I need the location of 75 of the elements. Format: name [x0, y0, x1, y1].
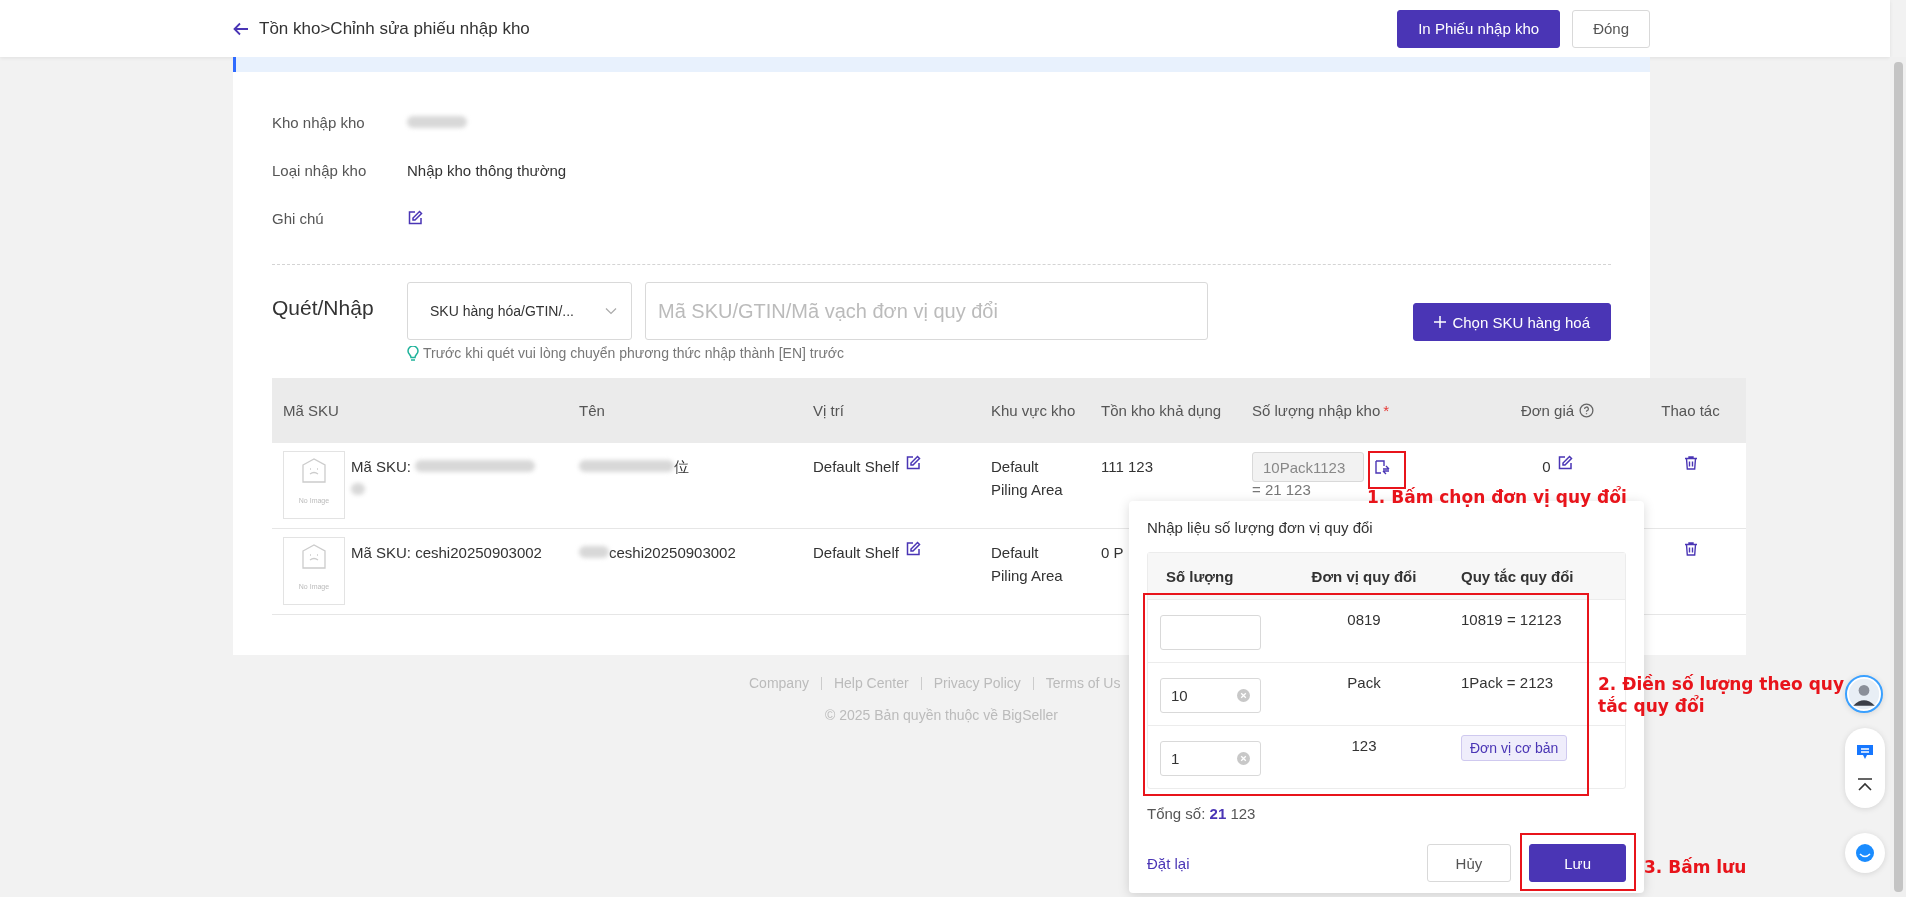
unit-text: 0819: [1347, 611, 1381, 628]
note-edit-icon[interactable]: [407, 210, 423, 226]
location-edit-icon[interactable]: [904, 541, 921, 557]
location-text: Default Shelf: [813, 543, 899, 563]
delete-icon[interactable]: [1682, 455, 1699, 471]
column-header: Thao tác: [1635, 378, 1746, 443]
smiley-icon[interactable]: [1845, 833, 1885, 873]
location-text: Default Shelf: [813, 457, 899, 477]
area-text: Default Piling Area: [991, 543, 1064, 586]
column-header: Mã SKU: [272, 378, 568, 443]
print-button[interactable]: In Phiếu nhập kho: [1397, 9, 1561, 48]
rule-text: 1Pack = 2123: [1461, 674, 1554, 691]
column-header: Khu vực kho: [980, 378, 1090, 443]
highlight-frame: [1368, 451, 1406, 489]
annotation-text: 3. Bấm lưu: [1644, 857, 1747, 877]
product-name: 位: [674, 457, 689, 477]
popup-title: Nhập liệu số lượng đơn vị quy đổi: [1147, 519, 1374, 536]
chevron-down-icon: [605, 307, 617, 315]
area-text: Default Piling Area: [991, 457, 1064, 500]
column-header: Đơn giá: [1480, 378, 1635, 443]
unit-text: 123: [1351, 737, 1377, 754]
redacted-value: [351, 483, 365, 495]
price-edit-icon[interactable]: [1556, 455, 1573, 471]
redacted-value: [407, 116, 467, 128]
sku-input-field[interactable]: Mã SKU/GTIN/Mã vạch đơn vị quy đổi: [645, 282, 1208, 340]
image-placeholder-icon: [300, 457, 328, 485]
quantity-field[interactable]: 10: [1160, 678, 1261, 713]
close-button[interactable]: Đóng: [1572, 9, 1650, 48]
sku-code: Mã SKU:: [351, 458, 411, 475]
scan-label: Quét/Nhập: [272, 295, 375, 320]
product-name: ceshi20250903002: [609, 543, 736, 563]
quantity-field[interactable]: 1: [1160, 741, 1261, 776]
avatar[interactable]: [1845, 675, 1883, 713]
quantity-field[interactable]: [1160, 615, 1261, 650]
unit-convert-icon[interactable]: [1374, 459, 1390, 475]
price-text: 0: [1542, 457, 1551, 477]
required-mark: *: [1383, 402, 1390, 419]
annotation-text: 1. Bấm chọn đơn vị quy đổi: [1367, 487, 1627, 507]
rule-text: 10819 = 12123: [1461, 611, 1562, 628]
bulb-icon: [407, 345, 419, 361]
scan-hint: Trước khi quét vui lòng chuyển phương thức nhập thành [EN] trước: [423, 345, 844, 361]
unit-text: Pack: [1347, 674, 1381, 691]
save-button[interactable]: Lưu: [1529, 844, 1626, 882]
column-header: Tồn kho khả dụng: [1090, 378, 1241, 443]
location-edit-icon[interactable]: [904, 455, 921, 471]
field-label: Ghi chú: [272, 209, 325, 227]
base-unit-tag: Đơn vị cơ bản: [1461, 735, 1568, 761]
field-label: Kho nhập kho: [272, 113, 366, 131]
column-header: Đơn vị quy đổi: [1293, 553, 1435, 599]
add-sku-button[interactable]: Chọn SKU hàng hoá: [1413, 303, 1611, 341]
sku-code: Mã SKU: ceshi20250903002: [351, 544, 542, 561]
scrollbar[interactable]: [1894, 62, 1903, 892]
annotation-text: 2. Điền số lượng theo quy tắc quy đổi: [1598, 673, 1846, 717]
plus-icon: [1434, 316, 1447, 328]
column-header: Tên: [568, 378, 802, 443]
field-label: Loại nhập kho: [272, 161, 368, 179]
cancel-button[interactable]: Hủy: [1426, 844, 1512, 882]
help-icon[interactable]: [1579, 403, 1595, 418]
column-header: Số lượng nhập kho *: [1241, 378, 1480, 443]
reset-link[interactable]: Đặt lại: [1147, 854, 1190, 872]
column-header: Quy tắc quy đổi: [1435, 553, 1625, 599]
quantity-total: = 21 123: [1252, 482, 1311, 498]
delete-icon[interactable]: [1682, 541, 1699, 557]
back-icon[interactable]: [233, 21, 249, 36]
chat-icon[interactable]: [1856, 744, 1874, 760]
stock-text: 0 P: [1101, 543, 1124, 563]
breadcrumb: Tồn kho>Chỉnh sửa phiếu nhập kho: [259, 18, 530, 39]
stock-text: 111 123: [1101, 457, 1153, 477]
column-header: Vị trí: [802, 378, 980, 443]
total-text: Tổng số: 21 123: [1147, 805, 1257, 822]
column-header: Số lượng: [1148, 553, 1293, 599]
image-placeholder-icon: [300, 543, 328, 571]
mode-select[interactable]: SKU hàng hóa/GTIN/...: [407, 282, 632, 340]
field-value: Nhập kho thông thường: [407, 161, 567, 179]
back-to-top-icon[interactable]: [1857, 778, 1873, 792]
